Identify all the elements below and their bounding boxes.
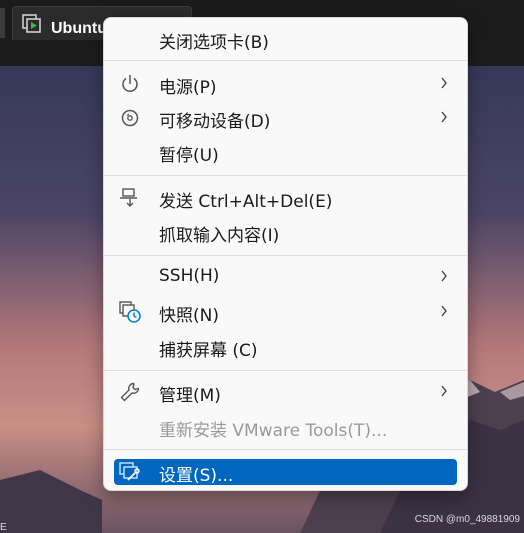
menu-separator [104,370,467,371]
menu-separator [104,449,467,450]
menu-item-label: 发送 Ctrl+Alt+Del(E) [159,192,333,212]
snapshot-icon [119,301,141,323]
menu-item-label: 可移动设备(D) [159,112,271,132]
menu-item-label: 管理(M) [159,386,221,406]
tab-context-menu: 关闭选项卡(B) 电源(P) 可移动设备(D) 暂停(U) 发送 Ctrl+Al… [103,17,468,491]
menu-item-label: 重新安装 VMware Tools(T)... [159,421,388,441]
chevron-right-icon [441,111,447,123]
watermark-text: CSDN @m0_49881909 [414,514,520,525]
menu-item-label: 暂停(U) [159,146,219,166]
menu-item-pause[interactable]: 暂停(U) [114,139,457,166]
menu-item-capture-screen[interactable]: 捕获屏幕 (C) [114,334,457,361]
chevron-right-icon [441,385,447,397]
menu-separator [104,255,467,256]
menu-item-label: 抓取输入内容(I) [159,226,280,246]
send-keys-icon [120,188,137,207]
chevron-right-icon [441,270,447,282]
menu-item-close-tab[interactable]: 关闭选项卡(B) [114,26,457,53]
menu-separator [104,60,467,61]
menu-item-label: SSH(H) [159,266,220,286]
wrench-icon [120,382,140,402]
menu-item-label: 关闭选项卡(B) [159,33,269,53]
menu-item-ssh[interactable]: SSH(H) [114,264,457,290]
menu-separator [104,175,467,176]
tab-scroll-handle[interactable] [0,8,5,38]
power-icon [122,75,138,92]
chevron-right-icon [441,305,447,317]
settings-vm-icon [119,462,140,481]
menu-item-grab-input[interactable]: 抓取输入内容(I) [114,219,457,246]
menu-item-removable-devices[interactable]: 可移动设备(D) [114,105,457,132]
menu-item-label: 设置(S)... [159,466,234,486]
menu-item-snapshot[interactable]: 快照(N) [114,299,457,326]
menu-item-label: 电源(P) [159,78,217,98]
removable-device-icon [121,109,139,127]
menu-item-settings[interactable]: 设置(S)... [114,459,457,486]
menu-item-label: 捕获屏幕 (C) [159,341,258,361]
menu-item-power[interactable]: 电源(P) [114,71,457,98]
vm-running-icon [22,14,41,33]
corner-text: E [0,522,7,533]
menu-item-reinstall-vmware-tools: 重新安装 VMware Tools(T)... [114,414,457,441]
menu-item-label: 快照(N) [159,306,219,326]
menu-item-send-ctrl-alt-del[interactable]: 发送 Ctrl+Alt+Del(E) [114,185,457,212]
menu-item-manage[interactable]: 管理(M) [114,379,457,406]
chevron-right-icon [441,77,447,89]
